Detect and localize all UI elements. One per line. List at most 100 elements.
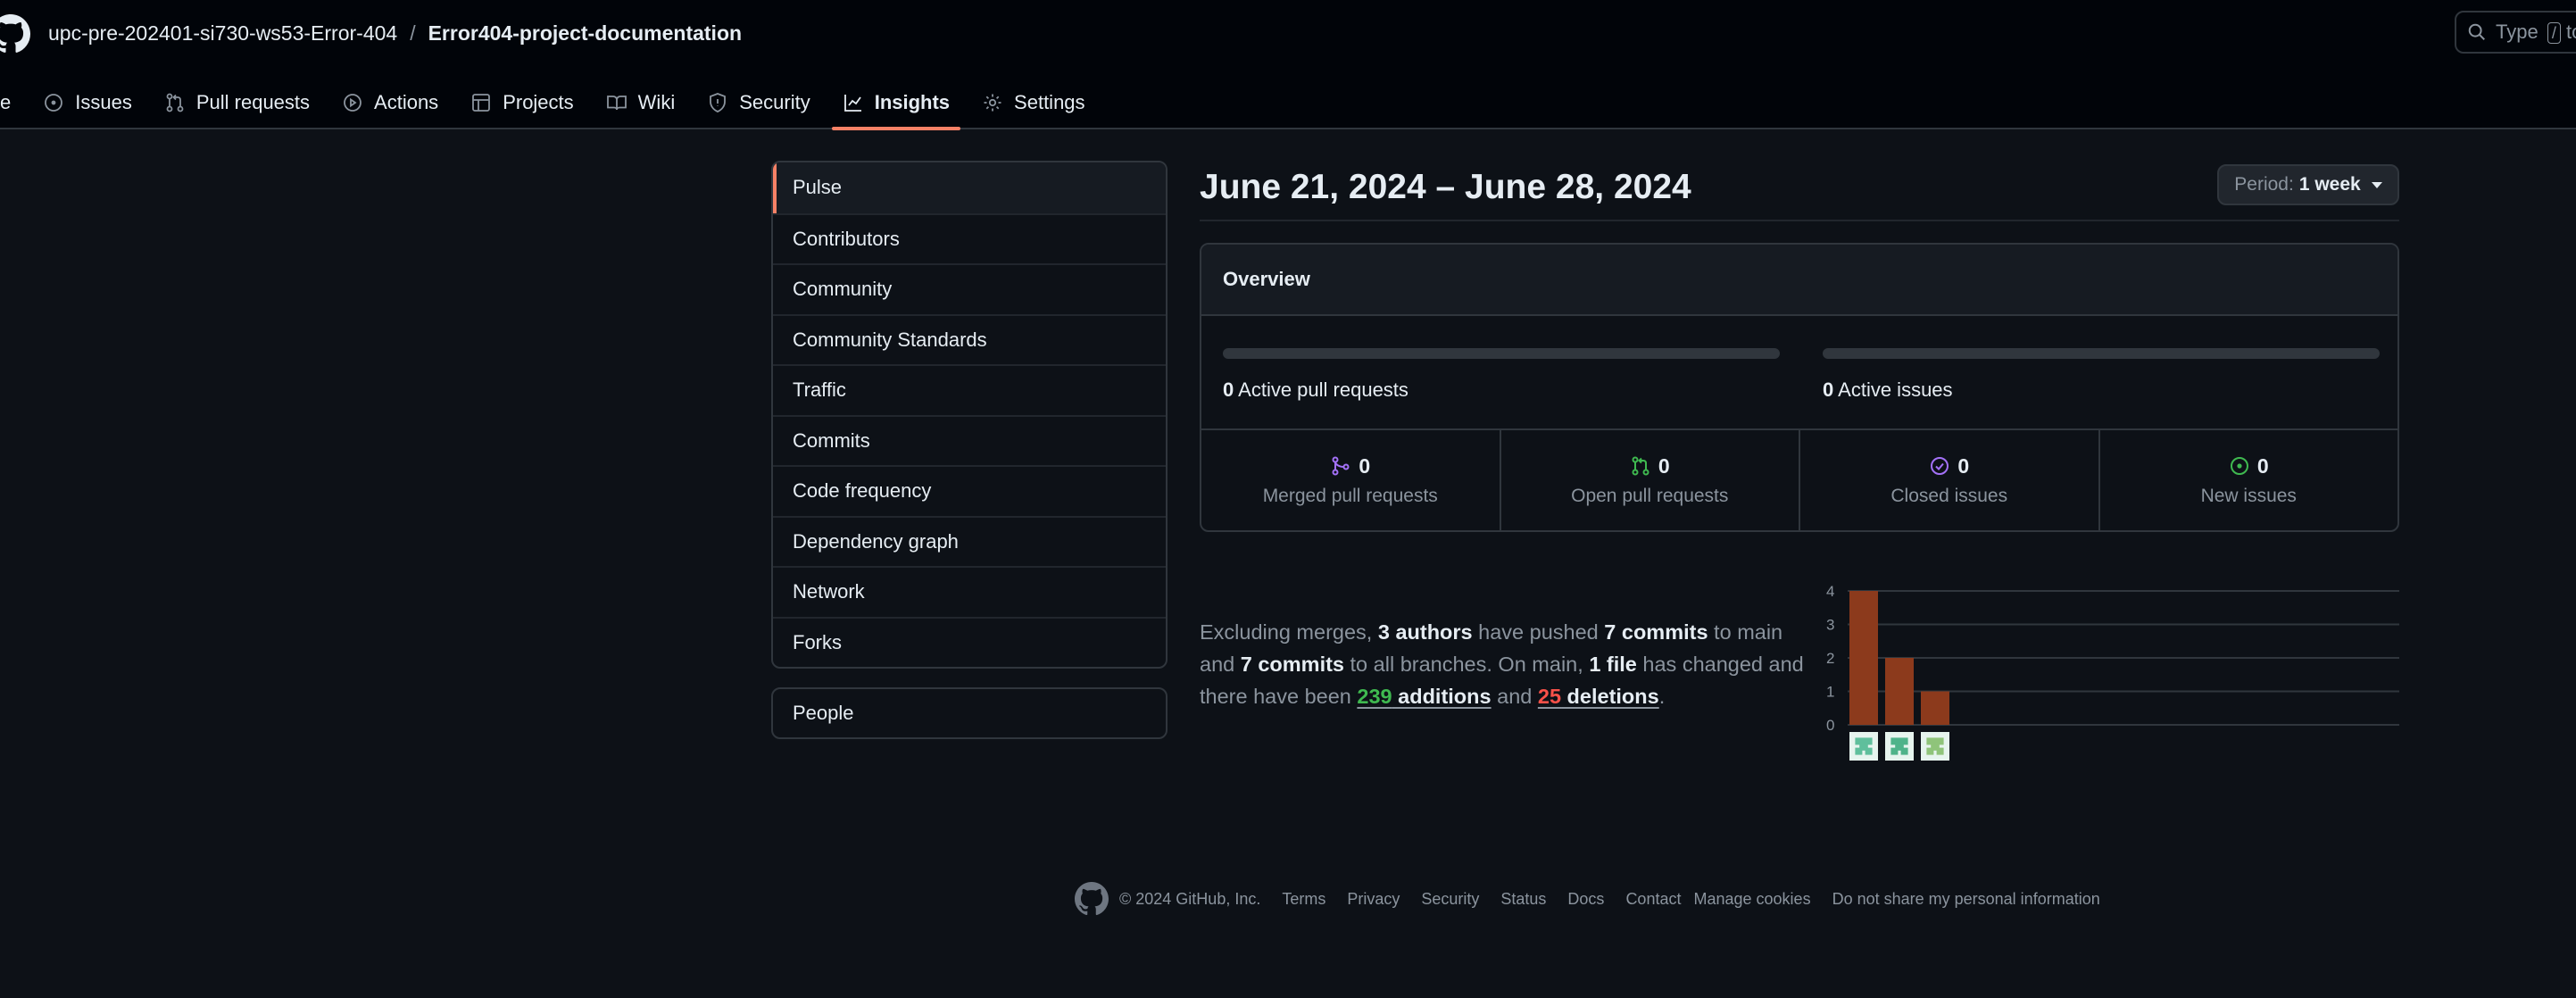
repo-header: upc-pre-202401-si730-ws53-Error-404 / Er… <box>0 0 2576 130</box>
page-title: June 21, 2024 – June 28, 2024 <box>1200 168 1691 206</box>
footer-link-contact[interactable]: Contact <box>1625 890 1681 909</box>
search-icon <box>2468 23 2485 40</box>
github-logo-icon[interactable] <box>1075 882 1109 916</box>
repo-tabs: e Issues Pull requests Actions Projects … <box>0 75 1101 130</box>
sidebar-item-pulse[interactable]: Pulse <box>773 162 1166 213</box>
stat-closed-issues[interactable]: 0 Closed issues <box>1799 430 2098 530</box>
commit-summary: Excluding merges, 3 authors have pushed … <box>1200 620 1804 708</box>
tab-label: e <box>0 90 12 113</box>
stat-new-issues[interactable]: 0 New issues <box>2098 430 2398 530</box>
authors-count: 3 authors <box>1377 620 1473 644</box>
stat-label: Closed issues <box>1890 485 2008 506</box>
issue-opened-icon <box>45 93 63 112</box>
commits-main-count: 7 commits <box>1604 620 1708 644</box>
tab-label: Actions <box>374 90 439 113</box>
commits-by-author-chart: 0 1 2 3 4 <box>1826 583 2399 761</box>
stat-label: Merged pull requests <box>1262 485 1438 506</box>
footer-copyright: © 2024 GitHub, Inc. <box>1119 889 1261 908</box>
chart-bar <box>1849 591 1878 725</box>
contributor-avatar[interactable] <box>1921 732 1949 761</box>
overview-stats: 0 Merged pull requests 0 Open pull reque… <box>1201 430 2397 530</box>
overview-panel: Overview 0 Active pull requests 0 Active… <box>1200 243 2399 532</box>
tab-actions[interactable]: Actions <box>326 75 454 129</box>
stat-open-prs[interactable]: 0 Open pull requests <box>1499 430 1799 530</box>
breadcrumb-separator: / <box>410 21 416 45</box>
sidebar-item-network[interactable]: Network <box>773 566 1166 617</box>
footer-link-docs[interactable]: Docs <box>1567 890 1604 909</box>
breadcrumb-owner-link[interactable]: upc-pre-202401-si730-ws53-Error-404 <box>48 20 397 46</box>
deletions-link[interactable]: 25 deletions <box>1538 685 1659 708</box>
play-icon <box>344 93 361 112</box>
stat-label: Open pull requests <box>1571 485 1729 506</box>
sidebar-item-traffic[interactable]: Traffic <box>773 364 1166 415</box>
active-prs-text[interactable]: 0 Active pull requests <box>1223 378 1780 402</box>
active-pull-requests: 0 Active pull requests <box>1223 348 1780 402</box>
shield-icon <box>710 92 727 112</box>
tab-security[interactable]: Security <box>691 75 826 129</box>
tab-label: Insights <box>874 90 951 113</box>
active-issues-bar <box>1823 348 2380 359</box>
tab-settings[interactable]: Settings <box>966 75 1101 129</box>
git-pull-request-icon <box>166 93 184 112</box>
tab-code[interactable]: e <box>0 75 27 129</box>
page-footer: © 2024 GitHub, Inc. Terms Privacy Securi… <box>1075 882 2122 916</box>
chart-bar <box>1921 691 1949 725</box>
graph-icon <box>843 94 861 112</box>
footer-link-manage-cookies[interactable]: Manage cookies <box>1693 890 1810 909</box>
sidebar-item-dependency-graph[interactable]: Dependency graph <box>773 515 1166 567</box>
tab-label: Pull requests <box>195 90 311 113</box>
breadcrumb-repo-link[interactable]: Error404-project-documentation <box>428 20 742 46</box>
tab-label: Wiki <box>637 90 676 113</box>
git-merge-icon <box>1332 456 1350 476</box>
book-icon <box>606 95 627 110</box>
gear-icon <box>984 94 1001 111</box>
stat-merged-prs[interactable]: 0 Merged pull requests <box>1201 430 1500 530</box>
chart-y-tick-label: 1 <box>1826 684 1834 701</box>
contributor-avatar[interactable] <box>1849 732 1878 761</box>
active-issues: 0 Active issues <box>1823 348 2380 402</box>
period-dropdown-button[interactable]: Period: 1 week <box>2217 164 2399 205</box>
chart-y-tick-label: 3 <box>1826 617 1834 634</box>
search-input[interactable]: Type / to <box>2455 11 2576 54</box>
stat-label: New issues <box>2200 485 2297 506</box>
search-shortcut-key: / <box>2547 22 2561 44</box>
caret-down-icon <box>2371 181 2382 188</box>
sidebar-item-people[interactable]: People <box>771 687 1168 739</box>
active-issues-text[interactable]: 0 Active issues <box>1823 378 2380 402</box>
tab-issues[interactable]: Issues <box>27 75 148 129</box>
footer-link-terms[interactable]: Terms <box>1282 890 1325 909</box>
issue-opened-icon <box>2230 457 2248 475</box>
table-icon <box>472 93 491 112</box>
title-divider <box>1200 220 2399 221</box>
files-changed-count: 1 file <box>1589 653 1637 676</box>
stat-value: 0 <box>1957 453 1970 478</box>
sidebar-item-community[interactable]: Community <box>773 263 1166 314</box>
tab-wiki[interactable]: Wiki <box>590 75 692 129</box>
sidebar-item-commits[interactable]: Commits <box>773 414 1166 466</box>
insights-sidebar: Pulse Contributors Community Community S… <box>771 161 1168 669</box>
sidebar-item-contributors[interactable]: Contributors <box>773 212 1166 264</box>
contributor-avatar[interactable] <box>1885 732 1914 761</box>
overview-activity: 0 Active pull requests 0 Active issues <box>1201 316 2397 430</box>
github-logo-icon[interactable] <box>0 14 30 54</box>
footer-link-do-not-share[interactable]: Do not share my personal information <box>1832 890 2100 909</box>
tab-label: Projects <box>503 90 574 113</box>
tab-label: Issues <box>75 90 132 113</box>
sidebar-item-forks[interactable]: Forks <box>773 616 1166 668</box>
footer-link-security[interactable]: Security <box>1421 890 1479 909</box>
footer-link-status[interactable]: Status <box>1500 890 1546 909</box>
active-prs-bar <box>1223 348 1780 359</box>
chart-y-tick-label: 0 <box>1826 717 1834 734</box>
tab-projects[interactable]: Projects <box>454 75 589 129</box>
period-value: 1 week <box>2298 174 2361 195</box>
breadcrumb: upc-pre-202401-si730-ws53-Error-404 / Er… <box>48 20 742 46</box>
stat-value: 0 <box>1359 453 1371 478</box>
tab-insights[interactable]: Insights <box>827 75 966 130</box>
sidebar-item-code-frequency[interactable]: Code frequency <box>773 465 1166 516</box>
stat-value: 0 <box>2256 453 2269 478</box>
footer-link-privacy[interactable]: Privacy <box>1347 890 1400 909</box>
commits-all-count: 7 commits <box>1240 653 1344 676</box>
sidebar-item-community-standards[interactable]: Community Standards <box>773 313 1166 365</box>
tab-pull-requests[interactable]: Pull requests <box>148 75 326 129</box>
additions-link[interactable]: 239 additions <box>1357 685 1491 708</box>
